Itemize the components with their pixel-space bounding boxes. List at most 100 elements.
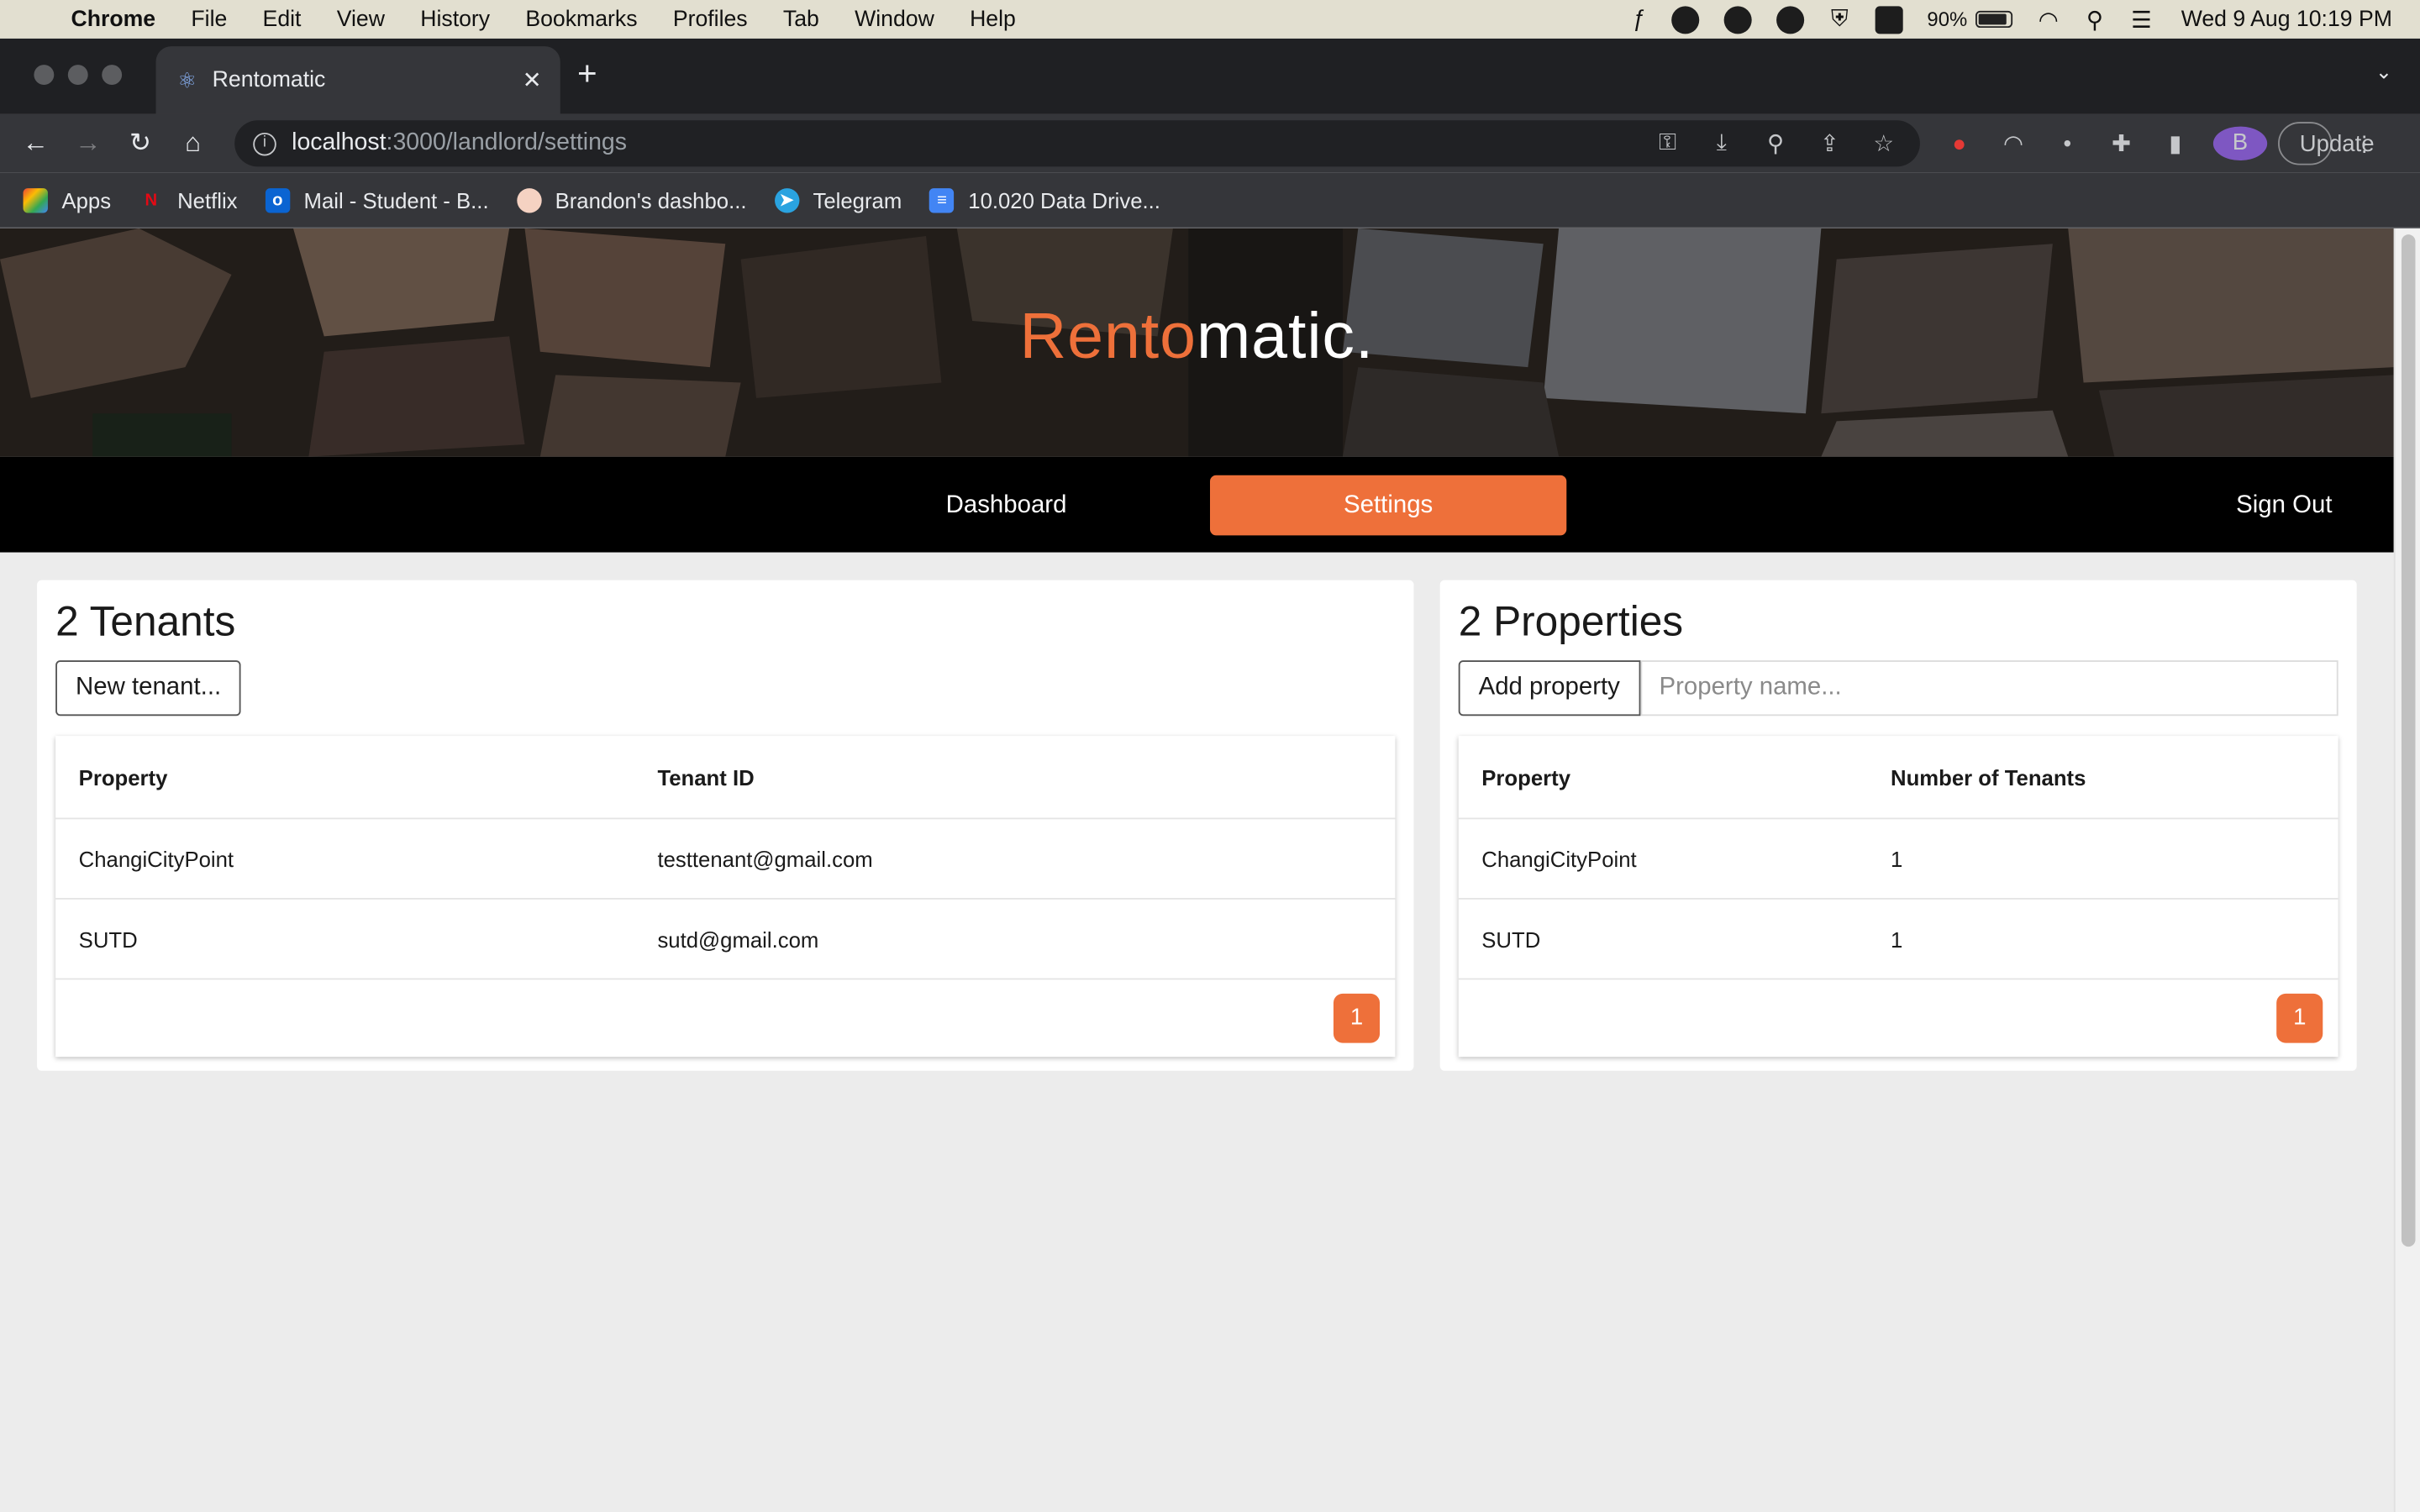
menu-bookmarks[interactable]: Bookmarks <box>525 7 637 31</box>
update-button[interactable]: Update ⋮ <box>2278 122 2375 165</box>
battery-icon <box>1975 10 2012 29</box>
table-row[interactable]: ChangiCityPoint testtenant@gmail.com <box>55 819 1396 900</box>
sign-out-button[interactable]: Sign Out <box>2191 475 2376 536</box>
figma-icon[interactable]: ƒ <box>1633 6 1645 32</box>
table-footer: 1 <box>55 979 1395 1057</box>
pagination-page-button[interactable]: 1 <box>1333 993 1381 1043</box>
search-icon[interactable]: ⚲ <box>2086 5 2103 33</box>
netflix-icon: N <box>145 190 158 209</box>
battery-indicator[interactable]: 90% <box>1927 8 2012 31</box>
app-navbar: Dashboard Settings Sign Out <box>0 456 2394 553</box>
bookmark-dashboard[interactable]: Brandon's dashbo... <box>516 187 747 213</box>
install-app-icon[interactable]: ⤓ <box>1695 129 1749 157</box>
pagination-page-button[interactable]: 1 <box>2276 993 2323 1043</box>
table-header-row: Property Number of Tenants <box>1458 736 2338 820</box>
page-scrollbar[interactable] <box>2393 228 2420 1512</box>
table-row[interactable]: SUTD sutd@gmail.com <box>55 900 1396 980</box>
properties-title: 2 Properties <box>1458 598 1684 645</box>
cell-tenant-id: testtenant@gmail.com <box>657 847 873 872</box>
status-app-icon[interactable] <box>1671 5 1700 34</box>
docs-icon: ≡ <box>929 187 955 213</box>
tab-strip: ⚛ Rentomatic ✕ + ⌄ <box>0 38 2420 114</box>
b-app-icon[interactable] <box>1874 5 1903 34</box>
menu-app-name[interactable]: Chrome <box>71 7 155 31</box>
bookmark-netflix[interactable]: N Netflix <box>139 187 238 212</box>
menu-edit[interactable]: Edit <box>263 7 302 31</box>
browser-toolbar: ← → ↻ ⌂ i localhost :3000/landlord/setti… <box>0 113 2420 173</box>
minimize-window-button[interactable] <box>67 65 88 86</box>
forward-button[interactable]: → <box>61 128 113 159</box>
add-property-button[interactable]: Add property <box>1458 660 1640 717</box>
nav-dashboard[interactable]: Dashboard <box>886 475 1127 536</box>
tab-title: Rentomatic <box>212 67 326 93</box>
password-key-icon[interactable]: ⚿ <box>1640 129 1694 157</box>
back-button[interactable]: ← <box>9 128 61 159</box>
menu-tab[interactable]: Tab <box>783 7 819 31</box>
nav-settings[interactable]: Settings <box>1210 475 1567 536</box>
tab-rentomatic[interactable]: ⚛ Rentomatic ✕ <box>155 46 560 114</box>
menu-help[interactable]: Help <box>970 7 1016 31</box>
zoom-window-button[interactable] <box>102 65 123 86</box>
update-label: Update <box>2299 130 2375 157</box>
close-window-button[interactable] <box>34 65 55 86</box>
outlook-icon: o <box>265 187 290 213</box>
control-center-icon[interactable]: ☰ <box>2131 5 2152 33</box>
logo-rest: matic. <box>1196 299 1375 372</box>
property-name-input[interactable] <box>1640 660 2338 717</box>
menu-profiles[interactable]: Profiles <box>673 7 748 31</box>
bookmark-apps[interactable]: Apps <box>23 187 112 213</box>
cell-property: SUTD <box>78 927 138 953</box>
menu-window[interactable]: Window <box>855 7 934 31</box>
share-icon[interactable]: ⇪ <box>1802 129 1856 157</box>
creative-cloud-icon[interactable] <box>1724 5 1753 34</box>
column-header-tenant-id[interactable]: Tenant ID <box>657 736 754 819</box>
column-header-property[interactable]: Property <box>1481 736 1570 819</box>
close-tab-icon[interactable]: ✕ <box>523 66 542 94</box>
home-button[interactable]: ⌂ <box>166 128 218 159</box>
site-info-icon[interactable]: i <box>253 132 276 155</box>
cell-tenant-count: 1 <box>1891 927 1903 953</box>
page-viewport: Rentomatic. Dashboard Settings Sign Out … <box>0 228 2420 1512</box>
side-panel-icon[interactable]: ▮ <box>2149 129 2202 157</box>
rentomatic-logo: Rentomatic. <box>0 299 2394 373</box>
bookmark-label: Apps <box>61 187 112 213</box>
macos-menubar: Chrome File Edit View History Bookmarks … <box>0 0 2420 39</box>
new-tenant-button[interactable]: New tenant... <box>55 660 242 717</box>
cell-property: ChangiCityPoint <box>78 847 234 872</box>
bookmark-label: Mail - Student - B... <box>303 187 489 213</box>
extension-grey-icon[interactable]: • <box>2040 130 2094 156</box>
bookmark-telegram[interactable]: ➤ Telegram <box>774 187 902 213</box>
new-tab-button[interactable]: + <box>577 54 597 94</box>
wifi-icon[interactable]: ◠ <box>2039 5 2059 33</box>
tenants-table: Property Tenant ID ChangiCityPoint testt… <box>55 736 1396 1058</box>
zoom-icon[interactable]: ⚲ <box>1749 129 1802 157</box>
bookmarks-bar: Apps N Netflix o Mail - Student - B... Bra… <box>0 172 2420 228</box>
column-header-number-of-tenants[interactable]: Number of Tenants <box>1891 736 2086 819</box>
address-bar[interactable]: i localhost :3000/landlord/settings ⚿ ⤓ … <box>234 120 1920 167</box>
battery-percent: 90% <box>1927 8 1968 31</box>
clock[interactable]: Wed 9 Aug 10:19 PM <box>2181 7 2392 31</box>
menu-file[interactable]: File <box>191 7 227 31</box>
table-row[interactable]: ChangiCityPoint 1 <box>1458 819 2338 900</box>
adblock-extension-icon[interactable]: ● <box>1933 130 1986 156</box>
reload-button[interactable]: ↻ <box>114 128 166 159</box>
bookmark-star-icon[interactable]: ☆ <box>1857 129 1911 157</box>
bookmark-mail[interactable]: o Mail - Student - B... <box>265 187 489 213</box>
table-footer: 1 <box>1459 979 2338 1057</box>
bookmark-label: Brandon's dashbo... <box>555 187 747 213</box>
grammarly-icon[interactable] <box>1776 5 1805 34</box>
dashboard-icon <box>516 187 542 213</box>
shield-icon[interactable]: ⛨ <box>1831 6 1849 32</box>
menu-view[interactable]: View <box>337 7 385 31</box>
menu-history[interactable]: History <box>420 7 490 31</box>
column-header-property[interactable]: Property <box>79 736 168 819</box>
profile-avatar[interactable]: B <box>2212 126 2268 161</box>
tab-search-icon[interactable]: ⌄ <box>2375 60 2392 85</box>
url-host: localhost <box>292 129 387 156</box>
bookmark-docs[interactable]: ≡ 10.020 Data Drive... <box>929 187 1160 213</box>
table-row[interactable]: SUTD 1 <box>1458 900 2338 980</box>
cell-tenant-id: sutd@gmail.com <box>657 927 819 953</box>
extension-arc-icon[interactable]: ◠ <box>1986 129 2040 157</box>
extensions-puzzle-icon[interactable]: ✚ <box>2094 129 2148 157</box>
scrollbar-thumb[interactable] <box>2401 234 2416 1247</box>
